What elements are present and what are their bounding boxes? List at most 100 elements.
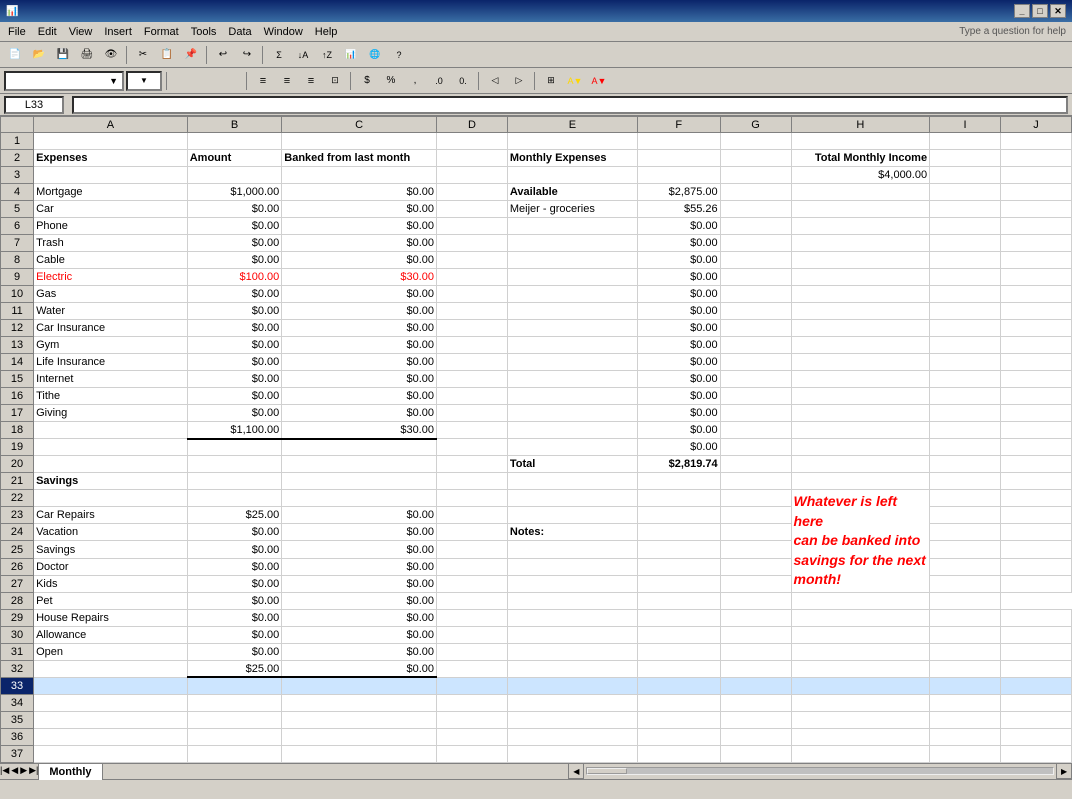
cell-r33c4[interactable]: [507, 677, 637, 694]
cell-r12c4[interactable]: [507, 320, 637, 337]
cell-r4c8[interactable]: [930, 184, 1001, 201]
cell-r30c2[interactable]: $0.00: [282, 626, 437, 643]
decrease-decimal-button[interactable]: 0.: [452, 71, 474, 91]
tab-first-btn[interactable]: |◀: [0, 765, 9, 776]
cell-r15c9[interactable]: [1001, 371, 1072, 388]
cell-r17c4[interactable]: [507, 405, 637, 422]
cell-r5c6[interactable]: [720, 201, 791, 218]
cell-r35c9[interactable]: [1001, 711, 1072, 728]
border-button[interactable]: ⊞: [540, 71, 562, 91]
cell-r8c8[interactable]: [930, 252, 1001, 269]
cell-r21c1[interactable]: [187, 473, 282, 490]
cell-r14c3[interactable]: [436, 354, 507, 371]
cell-r19c6[interactable]: [720, 439, 791, 456]
cell-r10c4[interactable]: [507, 286, 637, 303]
row-header-7[interactable]: 7: [1, 235, 34, 252]
cell-r6c0[interactable]: Phone: [34, 218, 188, 235]
cell-r29c1[interactable]: $0.00: [187, 609, 282, 626]
cell-r35c6[interactable]: [720, 711, 791, 728]
cell-r20c1[interactable]: [187, 456, 282, 473]
cell-r16c2[interactable]: $0.00: [282, 388, 437, 405]
cell-r27c1[interactable]: $0.00: [187, 575, 282, 592]
cell-r8c4[interactable]: [507, 252, 637, 269]
cell-r37c0[interactable]: [34, 745, 188, 762]
cell-r12c5[interactable]: $0.00: [637, 320, 720, 337]
cell-r14c2[interactable]: $0.00: [282, 354, 437, 371]
cell-r2c7[interactable]: Total Monthly Income: [791, 150, 930, 167]
cell-r22c8[interactable]: [930, 490, 1001, 507]
cell-r20c3[interactable]: [436, 456, 507, 473]
cell-r4c2[interactable]: $0.00: [282, 184, 437, 201]
cell-r17c1[interactable]: $0.00: [187, 405, 282, 422]
cell-r20c6[interactable]: [720, 456, 791, 473]
cell-r8c2[interactable]: $0.00: [282, 252, 437, 269]
cell-r16c3[interactable]: [436, 388, 507, 405]
cell-r10c0[interactable]: Gas: [34, 286, 188, 303]
cell-r25c9[interactable]: [1001, 541, 1072, 558]
cell-r25c5[interactable]: [637, 541, 720, 558]
cell-r12c3[interactable]: [436, 320, 507, 337]
cell-r5c3[interactable]: [436, 201, 507, 218]
cell-r19c5[interactable]: $0.00: [637, 439, 720, 456]
cell-r21c8[interactable]: [930, 473, 1001, 490]
copy-button[interactable]: 📋: [156, 45, 178, 65]
tab-next-btn[interactable]: ▶: [20, 765, 27, 776]
cell-r5c8[interactable]: [930, 201, 1001, 218]
col-header-F[interactable]: F: [637, 117, 720, 133]
cell-r29c4[interactable]: [507, 609, 637, 626]
cell-r19c0[interactable]: [34, 439, 188, 456]
cell-r20c9[interactable]: [1001, 456, 1072, 473]
cell-r6c6[interactable]: [720, 218, 791, 235]
row-header-20[interactable]: 20: [1, 456, 34, 473]
cell-r28c9[interactable]: [930, 592, 1001, 609]
cell-r13c9[interactable]: [1001, 337, 1072, 354]
cell-r10c3[interactable]: [436, 286, 507, 303]
cell-r24c1[interactable]: $0.00: [187, 524, 282, 541]
sort-desc-button[interactable]: ↑Z: [316, 45, 338, 65]
cell-r29c0[interactable]: House Repairs: [34, 609, 188, 626]
cell-r26c6[interactable]: [720, 558, 791, 575]
cell-r10c8[interactable]: [930, 286, 1001, 303]
cell-r12c9[interactable]: [1001, 320, 1072, 337]
cell-r6c3[interactable]: [436, 218, 507, 235]
cell-r2c0[interactable]: Expenses: [34, 150, 188, 167]
row-header-15[interactable]: 15: [1, 371, 34, 388]
cell-r11c1[interactable]: $0.00: [187, 303, 282, 320]
cell-r18c3[interactable]: [436, 422, 507, 439]
cell-r21c4[interactable]: [507, 473, 637, 490]
cell-r24c8[interactable]: [930, 524, 1001, 541]
row-header-37[interactable]: 37: [1, 745, 34, 762]
menu-window[interactable]: Window: [258, 24, 309, 40]
row-header-28[interactable]: 28: [1, 592, 34, 609]
cell-r34c8[interactable]: [930, 694, 1001, 711]
cell-r34c6[interactable]: [720, 694, 791, 711]
cell-r11c7[interactable]: [791, 303, 930, 320]
row-header-12[interactable]: 12: [1, 320, 34, 337]
cell-r8c3[interactable]: [436, 252, 507, 269]
cell-r34c2[interactable]: [282, 694, 437, 711]
cell-r15c6[interactable]: [720, 371, 791, 388]
align-left-button[interactable]: ≡: [252, 71, 274, 91]
cell-r23c8[interactable]: [930, 507, 1001, 524]
fill-color-button[interactable]: A▼: [564, 71, 586, 91]
cell-r33c2[interactable]: [282, 677, 437, 694]
cell-r4c4[interactable]: Available: [507, 184, 637, 201]
cell-r2c6[interactable]: [720, 150, 791, 167]
cell-r28c6[interactable]: [720, 592, 791, 609]
cell-r25c1[interactable]: $0.00: [187, 541, 282, 558]
cell-r32c8[interactable]: [930, 660, 1001, 677]
cell-r36c9[interactable]: [1001, 728, 1072, 745]
preview-button[interactable]: 👁: [100, 45, 122, 65]
cell-r11c6[interactable]: [720, 303, 791, 320]
cell-r21c3[interactable]: [436, 473, 507, 490]
cell-r15c8[interactable]: [930, 371, 1001, 388]
cell-r29c6[interactable]: [720, 609, 791, 626]
row-header-29[interactable]: 29: [1, 609, 34, 626]
cell-r22c6[interactable]: [720, 490, 791, 507]
cell-r9c5[interactable]: $0.00: [637, 269, 720, 286]
cell-r31c9[interactable]: [1001, 643, 1072, 660]
cell-r15c7[interactable]: [791, 371, 930, 388]
cell-r7c1[interactable]: $0.00: [187, 235, 282, 252]
chart-button[interactable]: 📊: [340, 45, 362, 65]
cell-r37c2[interactable]: [282, 745, 437, 762]
